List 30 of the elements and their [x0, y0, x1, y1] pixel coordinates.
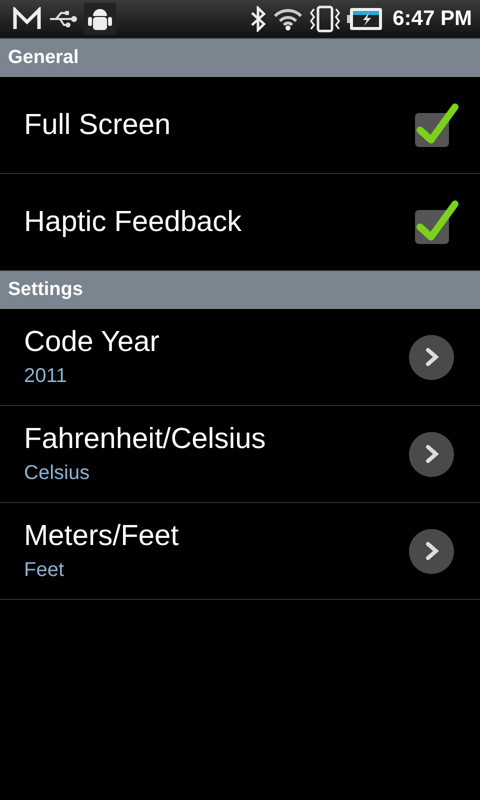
settings-row[interactable]: Meters/Feet Feet — [0, 503, 480, 600]
chevron-right-icon — [424, 348, 438, 366]
setting-title: Haptic Feedback — [24, 206, 243, 238]
setting-summary: Feet — [24, 559, 66, 582]
chevron-right-icon — [424, 542, 438, 560]
vibrate-icon — [308, 5, 341, 33]
mail-icon — [12, 7, 42, 31]
setting-title: Fahrenheit/Celsius — [24, 423, 267, 456]
settings-row[interactable]: Code Year 2011 — [0, 309, 480, 406]
chevron-button[interactable] — [409, 432, 454, 476]
setting-title: Full Screen — [24, 108, 172, 142]
checkbox[interactable] — [414, 102, 460, 148]
battery-charging-icon — [346, 6, 383, 32]
setting-summary: Celsius — [24, 462, 91, 485]
settings-row[interactable]: Fahrenheit/Celsius Celsius — [0, 406, 480, 503]
bluetooth-icon — [248, 6, 267, 32]
checkbox[interactable] — [414, 199, 460, 245]
clock-text: 6:47 PM — [392, 7, 472, 31]
wifi-icon — [272, 7, 303, 31]
android-icon — [84, 3, 116, 35]
section-title: General — [8, 47, 79, 69]
section-title: Settings — [8, 279, 83, 301]
setting-title: Code Year — [24, 326, 160, 359]
usb-icon — [48, 9, 78, 29]
chevron-right-icon — [424, 445, 438, 463]
chevron-button[interactable] — [409, 334, 454, 380]
setting-title: Meters/Feet — [24, 520, 180, 553]
settings-row[interactable]: Full Screen — [0, 77, 480, 174]
chevron-button[interactable] — [409, 528, 454, 574]
setting-summary: 2011 — [24, 365, 68, 388]
